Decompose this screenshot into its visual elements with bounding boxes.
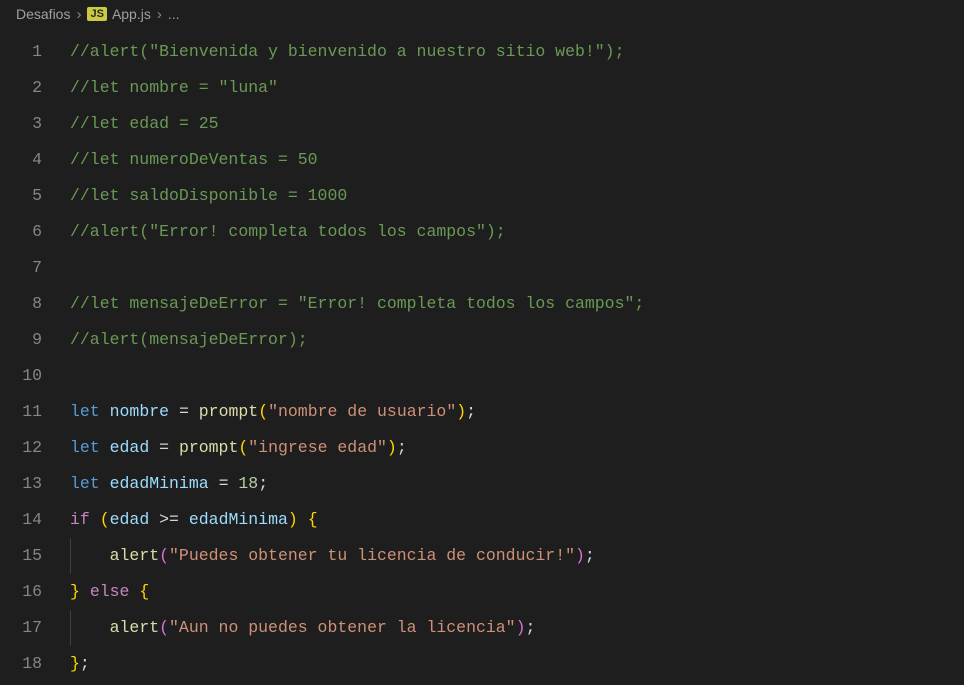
code-line[interactable]: if (edad >= edadMinima) { <box>70 502 964 538</box>
js-file-icon: JS <box>87 7 106 21</box>
code-line[interactable]: let edad = prompt("ingrese edad"); <box>70 430 964 466</box>
chevron-right-icon: › <box>76 6 81 23</box>
code-line[interactable]: alert("Aun no puedes obtener la licencia… <box>70 610 964 646</box>
line-number-gutter: 123456789101112131415161718 <box>0 34 70 682</box>
code-line[interactable]: //alert("Error! completa todos los campo… <box>70 214 964 250</box>
line-number: 1 <box>0 34 42 70</box>
line-number: 14 <box>0 502 42 538</box>
code-line[interactable]: } else { <box>70 574 964 610</box>
code-line[interactable] <box>70 250 964 286</box>
breadcrumb: Desafios › JS App.js › ... <box>0 0 964 28</box>
code-line[interactable]: //alert("Bienvenida y bienvenido a nuest… <box>70 34 964 70</box>
code-editor[interactable]: 123456789101112131415161718 //alert("Bie… <box>0 28 964 682</box>
chevron-right-icon: › <box>157 6 162 23</box>
line-number: 15 <box>0 538 42 574</box>
line-number: 10 <box>0 358 42 394</box>
code-line[interactable]: let nombre = prompt("nombre de usuario")… <box>70 394 964 430</box>
line-number: 3 <box>0 106 42 142</box>
breadcrumb-file[interactable]: App.js <box>112 6 151 22</box>
line-number: 17 <box>0 610 42 646</box>
line-number: 11 <box>0 394 42 430</box>
line-number: 12 <box>0 430 42 466</box>
line-number: 9 <box>0 322 42 358</box>
code-line[interactable]: //let numeroDeVentas = 50 <box>70 142 964 178</box>
line-number: 13 <box>0 466 42 502</box>
line-number: 5 <box>0 178 42 214</box>
line-number: 16 <box>0 574 42 610</box>
line-number: 6 <box>0 214 42 250</box>
breadcrumb-symbol[interactable]: ... <box>168 6 180 22</box>
code-line[interactable]: //let edad = 25 <box>70 106 964 142</box>
code-area[interactable]: //alert("Bienvenida y bienvenido a nuest… <box>70 34 964 682</box>
code-line[interactable]: //alert(mensajeDeError); <box>70 322 964 358</box>
code-line[interactable]: //let nombre = "luna" <box>70 70 964 106</box>
line-number: 18 <box>0 646 42 682</box>
line-number: 4 <box>0 142 42 178</box>
breadcrumb-folder[interactable]: Desafios <box>16 6 70 22</box>
code-line[interactable]: //let saldoDisponible = 1000 <box>70 178 964 214</box>
code-line[interactable]: }; <box>70 646 964 682</box>
code-line[interactable]: //let mensajeDeError = "Error! completa … <box>70 286 964 322</box>
code-line[interactable]: alert("Puedes obtener tu licencia de con… <box>70 538 964 574</box>
line-number: 8 <box>0 286 42 322</box>
line-number: 7 <box>0 250 42 286</box>
line-number: 2 <box>0 70 42 106</box>
code-line[interactable] <box>70 358 964 394</box>
code-line[interactable]: let edadMinima = 18; <box>70 466 964 502</box>
